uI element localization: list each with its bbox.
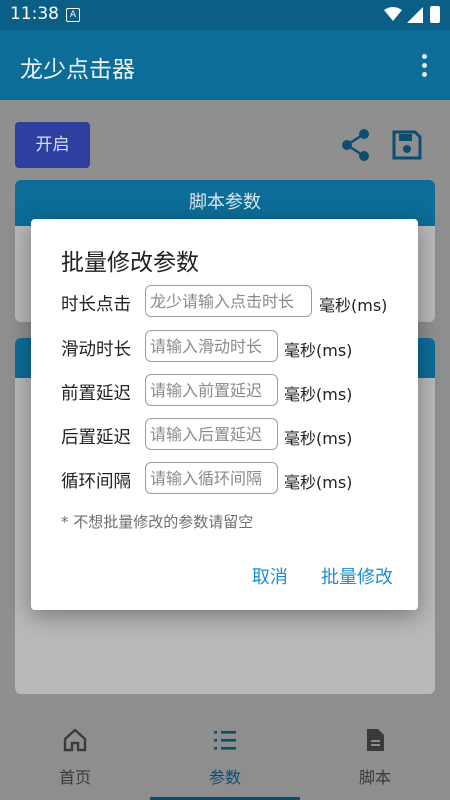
cell-signal-icon (407, 7, 423, 23)
dialog-actions: 取消 批量修改 (224, 563, 393, 589)
nav-label-params: 参数 (208, 768, 241, 787)
field-label: 循环间隔 (61, 472, 131, 492)
status-bar: 11:38 A (0, 0, 450, 30)
click-duration-input[interactable] (145, 285, 312, 317)
loop-interval-input[interactable] (145, 462, 278, 494)
dialog-title: 批量修改参数 (61, 250, 199, 276)
batch-modify-button[interactable]: 批量修改 (321, 567, 393, 588)
nav-label-home: 首页 (58, 768, 91, 787)
list-icon (214, 731, 236, 750)
start-button[interactable]: 开启 (15, 122, 90, 168)
field-unit: 毫秒(ms) (319, 296, 388, 315)
app-bar: 龙少点击器 (0, 30, 450, 100)
field-label: 时长点击 (61, 295, 131, 315)
document-icon (367, 729, 384, 751)
share-icon[interactable] (340, 128, 372, 162)
home-icon (63, 728, 87, 752)
app-title: 龙少点击器 (20, 57, 135, 83)
battery-icon (430, 6, 440, 23)
field-unit: 毫秒(ms) (284, 341, 353, 360)
field-label: 滑动时长 (61, 340, 131, 360)
dialog-note: * 不想批量修改的参数请留空 (61, 513, 254, 531)
pre-delay-input[interactable] (145, 374, 278, 406)
post-delay-input[interactable] (145, 418, 278, 450)
nav-item-home[interactable]: 首页 (0, 708, 150, 800)
field-unit: 毫秒(ms) (284, 473, 353, 492)
bottom-nav: 首页 参数 脚本 (0, 708, 450, 800)
nav-item-params[interactable]: 参数 (150, 708, 300, 800)
nav-item-script[interactable]: 脚本 (300, 708, 450, 800)
nav-label-script: 脚本 (358, 768, 391, 787)
status-time: 11:38 (10, 4, 59, 24)
cancel-button[interactable]: 取消 (252, 567, 288, 588)
wifi-icon (384, 7, 402, 21)
more-vert-icon[interactable] (422, 54, 428, 81)
field-label: 前置延迟 (61, 384, 131, 404)
batch-edit-dialog: 批量修改参数 时长点击 毫秒(ms) 滑动时长 毫秒(ms) 前置延迟 毫秒(m… (31, 219, 418, 610)
field-unit: 毫秒(ms) (284, 385, 353, 404)
notification-a-icon: A (66, 8, 80, 22)
save-icon[interactable] (392, 130, 422, 160)
swipe-duration-input[interactable] (145, 330, 278, 362)
field-unit: 毫秒(ms) (284, 429, 353, 448)
field-label: 后置延迟 (61, 428, 131, 448)
